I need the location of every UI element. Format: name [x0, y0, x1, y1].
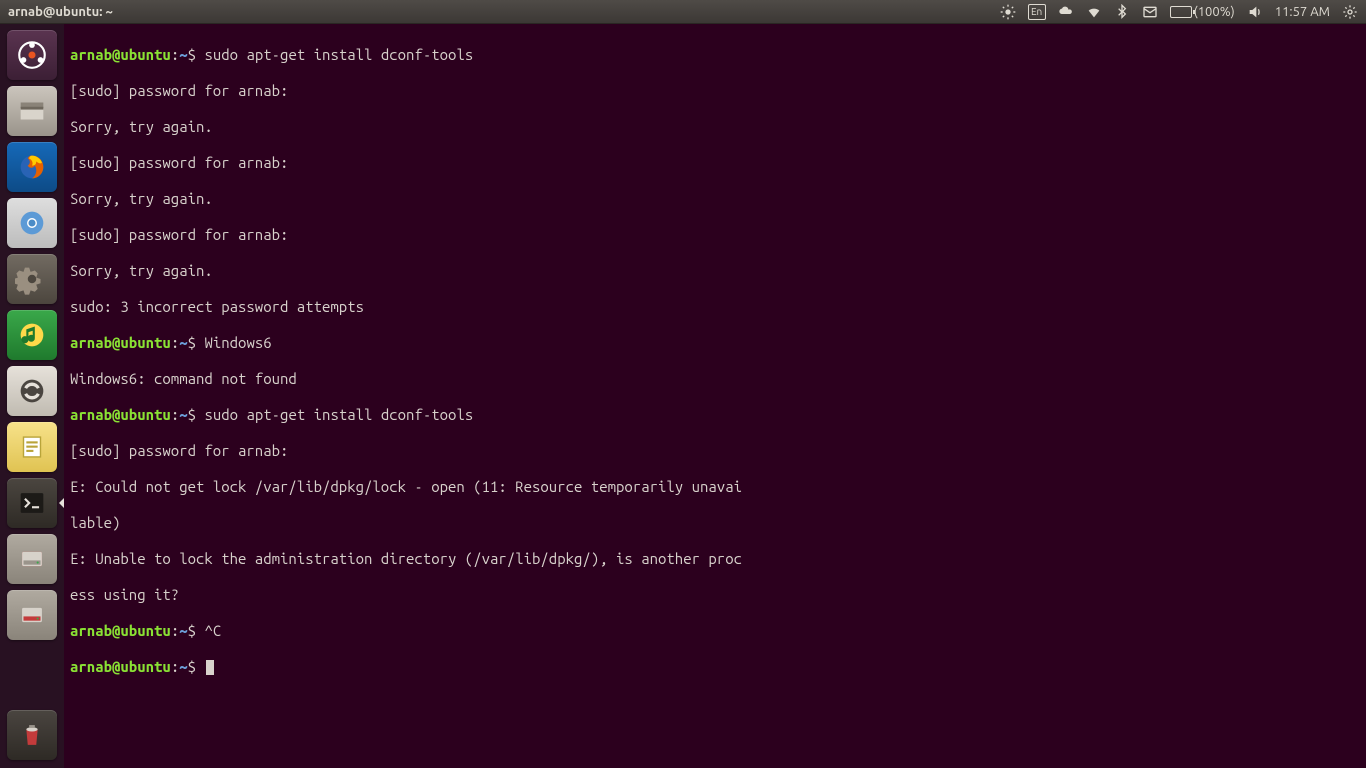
brightness-icon[interactable]: [1000, 4, 1016, 20]
launcher-trash[interactable]: [7, 710, 57, 760]
terminal-line: [sudo] password for arnab:: [70, 82, 1360, 100]
terminal-line: ess using it?: [70, 586, 1360, 604]
terminal-line: arnab@ubuntu:~$ sudo apt-get install dco…: [70, 46, 1360, 64]
cursor: [206, 660, 214, 675]
terminal-line: arnab@ubuntu:~$ sudo apt-get install dco…: [70, 406, 1360, 424]
terminal-line: arnab@ubuntu:~$ Windows6: [70, 334, 1360, 352]
terminal-line: Sorry, try again.: [70, 118, 1360, 136]
terminal-line: lable): [70, 514, 1360, 532]
panel-indicators: En (100%) 11:57 AM: [1000, 4, 1366, 20]
launcher-software-updater[interactable]: [7, 366, 57, 416]
terminal-line: arnab@ubuntu:~$ ^C: [70, 622, 1360, 640]
terminal-line: Windows6: command not found: [70, 370, 1360, 388]
terminal-line: Sorry, try again.: [70, 190, 1360, 208]
launcher-chromium[interactable]: [7, 198, 57, 248]
terminal-line: arnab@ubuntu:~$: [70, 658, 1360, 676]
terminal-line: E: Could not get lock /var/lib/dpkg/lock…: [70, 478, 1360, 496]
terminal-line: E: Unable to lock the administration dir…: [70, 550, 1360, 568]
network-wifi-icon[interactable]: [1086, 4, 1102, 20]
launcher-disk-1[interactable]: [7, 534, 57, 584]
launcher-settings[interactable]: [7, 254, 57, 304]
clock[interactable]: 11:57 AM: [1275, 5, 1330, 19]
weather-icon[interactable]: [1058, 4, 1074, 20]
messages-icon[interactable]: [1142, 4, 1158, 20]
terminal-line: [sudo] password for arnab:: [70, 154, 1360, 172]
launcher-firefox[interactable]: [7, 142, 57, 192]
launcher-music[interactable]: [7, 310, 57, 360]
launcher-disk-2[interactable]: [7, 590, 57, 640]
keyboard-layout-indicator[interactable]: En: [1028, 4, 1046, 20]
bluetooth-icon[interactable]: [1114, 4, 1130, 20]
sound-icon[interactable]: [1247, 4, 1263, 20]
terminal-line: [sudo] password for arnab:: [70, 442, 1360, 460]
launcher-files[interactable]: [7, 86, 57, 136]
battery-pct: (100%): [1194, 5, 1235, 19]
battery-indicator[interactable]: (100%): [1170, 5, 1235, 19]
unity-launcher: [0, 24, 64, 768]
battery-icon: [1170, 6, 1192, 18]
terminal-line: [sudo] password for arnab:: [70, 226, 1360, 244]
gear-icon[interactable]: [1342, 4, 1358, 20]
window-title: arnab@ubuntu: ~: [0, 5, 1000, 19]
top-panel: arnab@ubuntu: ~ En (100%) 11:57 AM: [0, 0, 1366, 24]
terminal-line: sudo: 3 incorrect password attempts: [70, 298, 1360, 316]
terminal-line: Sorry, try again.: [70, 262, 1360, 280]
launcher-terminal[interactable]: [7, 478, 57, 528]
terminal-viewport[interactable]: arnab@ubuntu:~$ sudo apt-get install dco…: [64, 24, 1366, 768]
launcher-dash[interactable]: [7, 30, 57, 80]
launcher-office[interactable]: [7, 422, 57, 472]
